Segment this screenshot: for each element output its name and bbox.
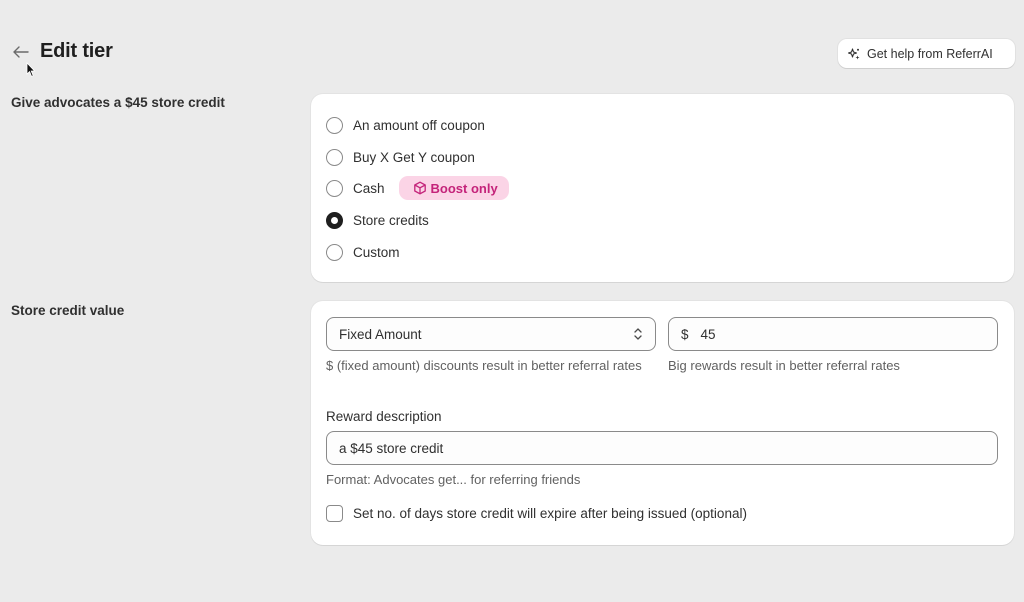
radio-label: Buy X Get Y coupon — [353, 149, 475, 165]
radio-option-amount-off-coupon[interactable]: An amount off coupon — [326, 115, 485, 135]
radio-label: An amount off coupon — [353, 117, 485, 133]
mouse-cursor-icon — [26, 62, 36, 77]
reward-description-label: Reward description — [326, 409, 442, 424]
radio-button[interactable] — [326, 116, 343, 134]
page-title: Edit tier — [40, 40, 113, 62]
select-chevron-icon — [634, 328, 642, 340]
amount-type-value: Fixed Amount — [339, 326, 422, 342]
amount-input[interactable]: $ 45 — [668, 317, 998, 351]
sparkles-icon — [847, 47, 860, 59]
reward-description-help: Format: Advocates get... for referring f… — [326, 472, 581, 487]
arrow-left-icon[interactable] — [10, 42, 32, 62]
expiry-checkbox-row[interactable]: Set no. of days store credit will expire… — [326, 503, 747, 523]
store-credit-section-label: Store credit value — [11, 303, 125, 318]
reward-description-input[interactable]: a $45 store credit — [326, 431, 998, 465]
radio-button[interactable] — [326, 148, 343, 166]
amount-type-help: $ (fixed amount) discounts result in bet… — [326, 358, 642, 373]
get-help-button-label: Get help from ReferrAI — [867, 46, 993, 61]
reward-description-value: a $45 store credit — [339, 440, 444, 456]
amount-type-select[interactable]: Fixed Amount — [326, 317, 656, 351]
reward-type-section-label: Give advocates a $45 store credit — [11, 95, 225, 110]
badge-label: Boost only — [430, 180, 498, 196]
cube-icon — [413, 181, 426, 195]
radio-option-cash[interactable]: Cash Boost only — [326, 176, 509, 200]
radio-label: Store credits — [353, 212, 429, 228]
radio-option-buy-x-get-y[interactable]: Buy X Get Y coupon — [326, 147, 475, 167]
store-credit-card: Fixed Amount $ (fixed amount) discounts … — [311, 301, 1014, 545]
edit-tier-page: Edit tier Get help from ReferrAI Give ad… — [0, 0, 1024, 602]
currency-prefix: $ — [681, 326, 689, 342]
radio-option-custom[interactable]: Custom — [326, 242, 400, 262]
amount-help: Big rewards result in better referral ra… — [668, 358, 900, 373]
boost-only-badge: Boost only — [398, 176, 509, 200]
amount-value: 45 — [700, 326, 716, 342]
radio-button-selected[interactable] — [326, 211, 343, 229]
reward-type-card: An amount off coupon Buy X Get Y coupon … — [311, 94, 1014, 282]
expiry-checkbox[interactable] — [326, 504, 343, 522]
get-help-button[interactable]: Get help from ReferrAI — [838, 39, 1015, 68]
radio-label: Custom — [353, 244, 400, 260]
radio-button[interactable] — [326, 243, 343, 261]
expiry-checkbox-label: Set no. of days store credit will expire… — [353, 505, 747, 521]
radio-option-store-credits[interactable]: Store credits — [326, 210, 429, 230]
radio-label: Cash — [353, 180, 385, 196]
radio-button[interactable] — [326, 179, 343, 197]
